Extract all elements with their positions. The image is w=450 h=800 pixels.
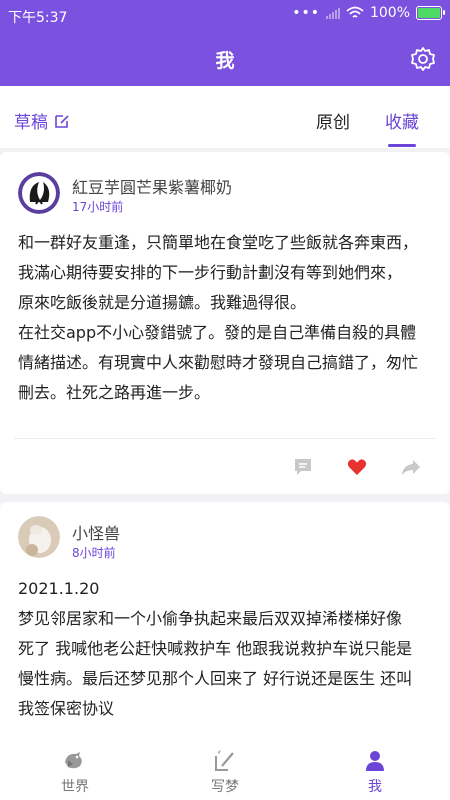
battery-percent: 100% xyxy=(369,5,410,21)
write-icon xyxy=(215,750,234,771)
post-line: 刪去。社死之路再進一步。 xyxy=(18,383,211,402)
tab-original[interactable]: 原创 xyxy=(316,108,350,133)
draft-button[interactable]: 草稿 xyxy=(14,108,70,133)
comment-icon[interactable] xyxy=(292,456,314,478)
avatar[interactable] xyxy=(18,172,60,214)
bird-icon xyxy=(65,752,82,769)
nav-label: 世界 xyxy=(61,779,89,795)
signal-icon xyxy=(325,7,340,19)
post-author[interactable]: 紅豆芋圓芒果紫薯椰奶 xyxy=(72,174,232,198)
nav-world[interactable]: 世界 xyxy=(35,748,115,796)
nav-label: 写梦 xyxy=(211,779,239,795)
avatar[interactable] xyxy=(18,516,60,558)
post-card[interactable]: 小怪兽 8小时前 2021.1.20 梦见邻居家和一个小偷争执起来最后双双掉浠楼… xyxy=(0,502,450,742)
gear-icon[interactable] xyxy=(410,46,436,72)
post-line: 在社交app不小心發錯號了。發的是自己準備自殺的具體 xyxy=(18,323,417,342)
status-time: 下午5:37 xyxy=(8,10,68,26)
post-line: 我签保密协议 xyxy=(18,699,115,718)
active-tab-indicator xyxy=(388,144,416,147)
post-content: 和一群好友重逢，只簡單地在食堂吃了些飯就各奔東西， 我滿心期待要安排的下一步行動… xyxy=(18,228,438,408)
share-icon[interactable] xyxy=(400,456,422,478)
post-time: 8小时前 xyxy=(72,546,116,560)
post-line: 情緒描述。有現實中人來勸慰時才發現自己搞錯了，匆忙 xyxy=(18,353,419,372)
app-header: 我 xyxy=(0,32,450,86)
post-line: 原來吃飯後就是分道揚鑣。我難過得很。 xyxy=(18,293,307,312)
page-title: 我 xyxy=(215,50,235,72)
nav-me[interactable]: 我 xyxy=(335,748,415,796)
person-icon xyxy=(366,751,384,771)
post-line: 慢性病。最后还梦见那个人回来了 好行说还是医生 还叫 xyxy=(18,669,413,688)
more-dots-icon: ••• xyxy=(292,5,320,21)
post-line: 2021.1.20 xyxy=(18,579,100,598)
heart-icon[interactable] xyxy=(346,456,368,478)
post-line: 我滿心期待要安排的下一步行動計劃沒有等到她們來， xyxy=(18,263,403,282)
nav-write[interactable]: 写梦 xyxy=(185,748,265,796)
draft-label: 草稿 xyxy=(14,113,48,133)
nav-label: 我 xyxy=(368,779,382,795)
wifi-icon xyxy=(346,6,364,18)
tabs-bar: 草稿 原创 收藏 xyxy=(0,86,450,148)
edit-icon xyxy=(55,114,69,128)
post-content: 2021.1.20 梦见邻居家和一个小偷争执起来最后双双掉浠楼梯好像 死了 我喊… xyxy=(18,574,438,724)
battery-icon xyxy=(416,6,445,20)
post-line: 梦见邻居家和一个小偷争执起来最后双双掉浠楼梯好像 xyxy=(18,609,403,628)
post-time: 17小时前 xyxy=(72,200,124,214)
tab-favorites[interactable]: 收藏 xyxy=(385,108,419,133)
post-line: 死了 我喊他老公赶快喊救护车 他跟我说救护车说只能是 xyxy=(18,639,413,658)
post-card[interactable]: 紅豆芋圓芒果紫薯椰奶 17小时前 和一群好友重逢，只簡單地在食堂吃了些飯就各奔東… xyxy=(0,152,450,494)
post-line: 和一群好友重逢，只簡單地在食堂吃了些飯就各奔東西， xyxy=(18,233,419,252)
post-author[interactable]: 小怪兽 xyxy=(72,520,120,544)
divider xyxy=(14,438,436,439)
status-bar: 下午5:37 ••• 100% xyxy=(0,0,450,32)
bottom-nav: 世界 写梦 我 xyxy=(0,742,450,800)
